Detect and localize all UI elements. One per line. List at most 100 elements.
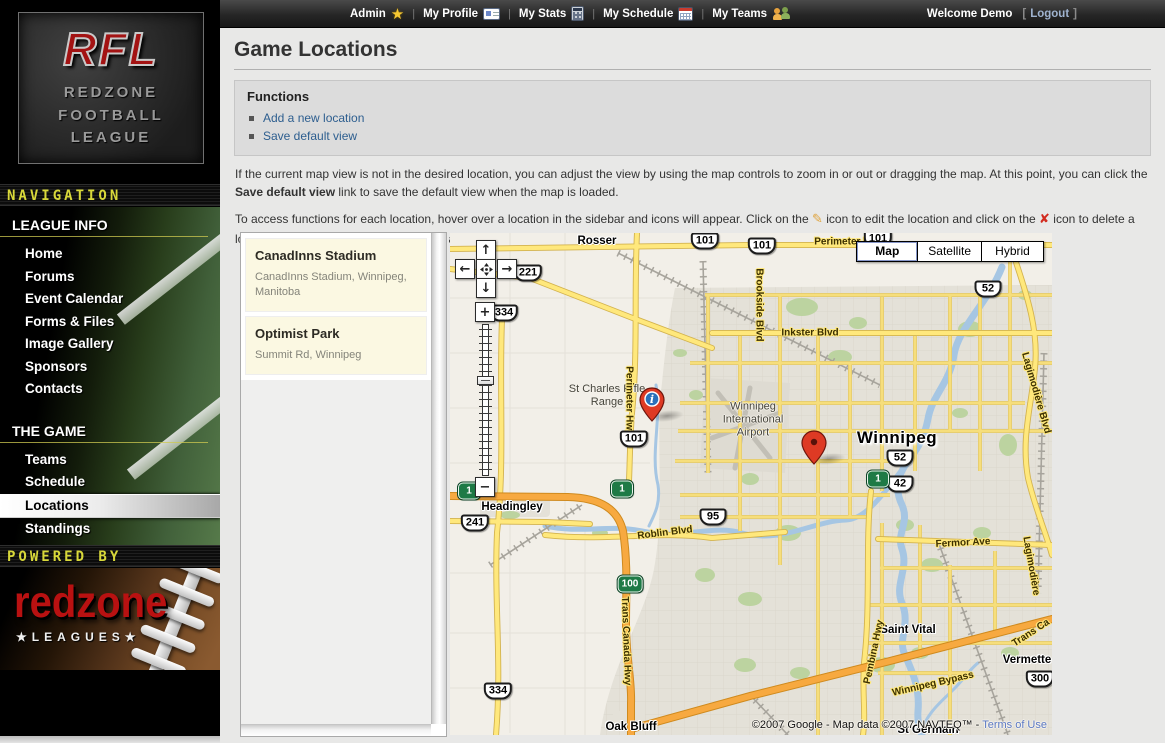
league-logo-line: LEAGUE	[71, 127, 152, 150]
sidebar-item-forms-files[interactable]: Forms & Files	[0, 311, 220, 334]
map-label-winnipeg-international-airport: Winnipeg International Airport	[706, 401, 800, 440]
highway-shield-221: 221	[514, 265, 542, 282]
topbar-item-label: My Schedule	[603, 8, 673, 20]
map-label-vermette: Vermette	[1003, 654, 1052, 666]
road-label-lagimodi-re-blvd: Lagimodière Blvd	[1019, 351, 1052, 435]
map-marker-info[interactable]: i	[639, 387, 665, 427]
pan-center-button[interactable]	[476, 259, 496, 279]
pan-center-icon	[480, 263, 493, 276]
sidebar-item-image-gallery[interactable]: Image Gallery	[0, 333, 220, 356]
function-link-save-default-view[interactable]: Save default view	[263, 128, 357, 144]
road-label-trans-ca: Trans Ca	[1010, 617, 1051, 649]
logout-bracket-close: ]	[1073, 8, 1077, 20]
functions-title: Functions	[247, 89, 1138, 104]
topbar-item-label: My Stats	[519, 8, 566, 20]
road-label-winnipeg-bypass: Winnipeg Bypass	[891, 669, 975, 698]
nav-section-gap	[0, 401, 220, 413]
sidebar-item-forums[interactable]: Forums	[0, 266, 220, 289]
map-type-hybrid[interactable]: Hybrid	[982, 241, 1044, 262]
zoom-in-button[interactable]: +	[475, 302, 495, 322]
topbar-item-my-schedule[interactable]: My Schedule	[603, 7, 693, 21]
locations-horizontal-scrollbar[interactable]	[241, 724, 431, 736]
locations-vertical-scrollbar[interactable]	[431, 233, 446, 724]
highway-shield-52: 52	[887, 450, 914, 467]
highway-shield-101: 101	[620, 431, 648, 448]
svg-text:i: i	[650, 393, 654, 406]
map-overlay: RosserHeadingleyOak BluffVermetteSaint V…	[450, 233, 1052, 735]
map-label-rosser: Rosser	[578, 235, 617, 247]
sidebar-item-standings[interactable]: Standings	[0, 518, 220, 541]
topbar-separator: |	[500, 8, 519, 20]
calculator-icon	[571, 6, 584, 21]
powered-by-banner: POWERED BY	[0, 545, 220, 567]
functions-links: Add a new location Save default view	[247, 110, 1138, 144]
topbar-item-my-stats[interactable]: My Stats	[519, 6, 584, 21]
road-label-roblin-blvd: Roblin Blvd	[637, 524, 693, 542]
highway-shield-101: 101	[691, 233, 719, 250]
topbar-item-label: My Profile	[423, 8, 478, 20]
location-cards: CanadInns StadiumCanadInns Stadium, Winn…	[241, 233, 431, 380]
topbar-item-admin[interactable]: Admin★	[350, 5, 404, 23]
delete-x-icon: ✘	[1039, 212, 1050, 227]
terms-of-use-link[interactable]: Terms of Use	[982, 719, 1047, 731]
highway-shield-241: 241	[461, 515, 489, 532]
sidebar-nav-background: LEAGUE INFOHomeForumsEvent CalendarForms…	[0, 207, 220, 545]
location-address: Summit Rd, Winnipeg	[255, 348, 417, 363]
map-label-headingley: Headingley	[481, 501, 542, 513]
logout-bracket-open: [	[1022, 8, 1026, 20]
bullet-icon	[249, 116, 254, 121]
location-card-canadinns-stadium[interactable]: CanadInns StadiumCanadInns Stadium, Winn…	[245, 238, 427, 312]
pan-left-button[interactable]: ←	[455, 259, 475, 279]
zoom-out-button[interactable]: −	[475, 477, 495, 497]
highway-shield-1: 1	[611, 481, 633, 498]
pan-right-button[interactable]: →	[497, 259, 517, 279]
calendar-icon	[678, 7, 693, 21]
highway-shield-100: 100	[618, 576, 643, 593]
sidebar-item-locations[interactable]: Locations	[0, 494, 220, 519]
map-marker[interactable]	[801, 430, 827, 470]
sidebar-item-contacts[interactable]: Contacts	[0, 378, 220, 401]
edit-pencil-icon: ✎	[812, 212, 823, 227]
logout-group: [ Logout ]	[1022, 8, 1077, 20]
pan-up-button[interactable]: ↑	[476, 240, 496, 260]
map-canvas[interactable]: RosserHeadingleyOak BluffVermetteSaint V…	[450, 233, 1052, 735]
save-default-view-bold: Save default view	[235, 185, 335, 199]
functions-box: Functions Add a new location Save default…	[234, 80, 1151, 156]
pan-down-button[interactable]: ↓	[476, 278, 496, 298]
function-link-row: Save default view	[249, 128, 1138, 144]
map-type-buttons: MapSatelliteHybrid	[856, 241, 1044, 262]
highway-shield-1: 1	[867, 471, 889, 488]
road-label-fermor-ave: Fermor Ave	[935, 536, 990, 550]
road-label-pembina-hwy: Pembina Hwy	[862, 619, 886, 685]
logout-link[interactable]: Logout	[1030, 8, 1069, 20]
function-link-add-a-new-location[interactable]: Add a new location	[263, 110, 364, 126]
redzone-logo-area: redzone ★LEAGUES★	[0, 568, 220, 670]
highway-shield-334: 334	[484, 683, 512, 700]
league-logo-acronym: RFL	[63, 26, 158, 72]
sidebar-nav: LEAGUE INFOHomeForumsEvent CalendarForms…	[0, 207, 220, 545]
topbar-item-my-teams[interactable]: My Teams	[712, 7, 790, 20]
topbar-item-my-profile[interactable]: My Profile	[423, 8, 500, 20]
sidebar-item-event-calendar[interactable]: Event Calendar	[0, 288, 220, 311]
location-card-optimist-park[interactable]: Optimist ParkSummit Rd, Winnipeg	[245, 316, 427, 375]
map-type-map[interactable]: Map	[856, 241, 918, 262]
welcome-text: Welcome Demo	[927, 8, 1012, 20]
nav-section-title-the-game: THE GAME	[0, 413, 208, 443]
sidebar-item-schedule[interactable]: Schedule	[0, 471, 220, 494]
topbar-item-label: My Teams	[712, 8, 767, 20]
league-logo-line: FOOTBALL	[58, 105, 164, 128]
map-type-satellite[interactable]: Satellite	[918, 241, 982, 262]
location-address: CanadInns Stadium, Winnipeg, Manitoba	[255, 270, 417, 300]
zoom-slider-handle[interactable]	[477, 376, 494, 385]
sidebar: RFL REDZONE FOOTBALL LEAGUE NAVIGATION L…	[0, 0, 220, 743]
sidebar-item-home[interactable]: Home	[0, 243, 220, 266]
locations-panel: CanadInns StadiumCanadInns Stadium, Winn…	[240, 232, 447, 737]
scrollbar-corner	[431, 724, 446, 736]
road-label-perimeter-hwy: Perimeter Hwy	[624, 366, 635, 435]
navigation-banner: NAVIGATION	[0, 184, 220, 206]
highway-shield-52: 52	[975, 281, 1002, 298]
sidebar-item-sponsors[interactable]: Sponsors	[0, 356, 220, 379]
road-label-brookside-blvd: Brookside Blvd	[754, 268, 765, 341]
redzone-brand[interactable]: redzone	[14, 578, 167, 628]
sidebar-item-teams[interactable]: Teams	[0, 449, 220, 472]
